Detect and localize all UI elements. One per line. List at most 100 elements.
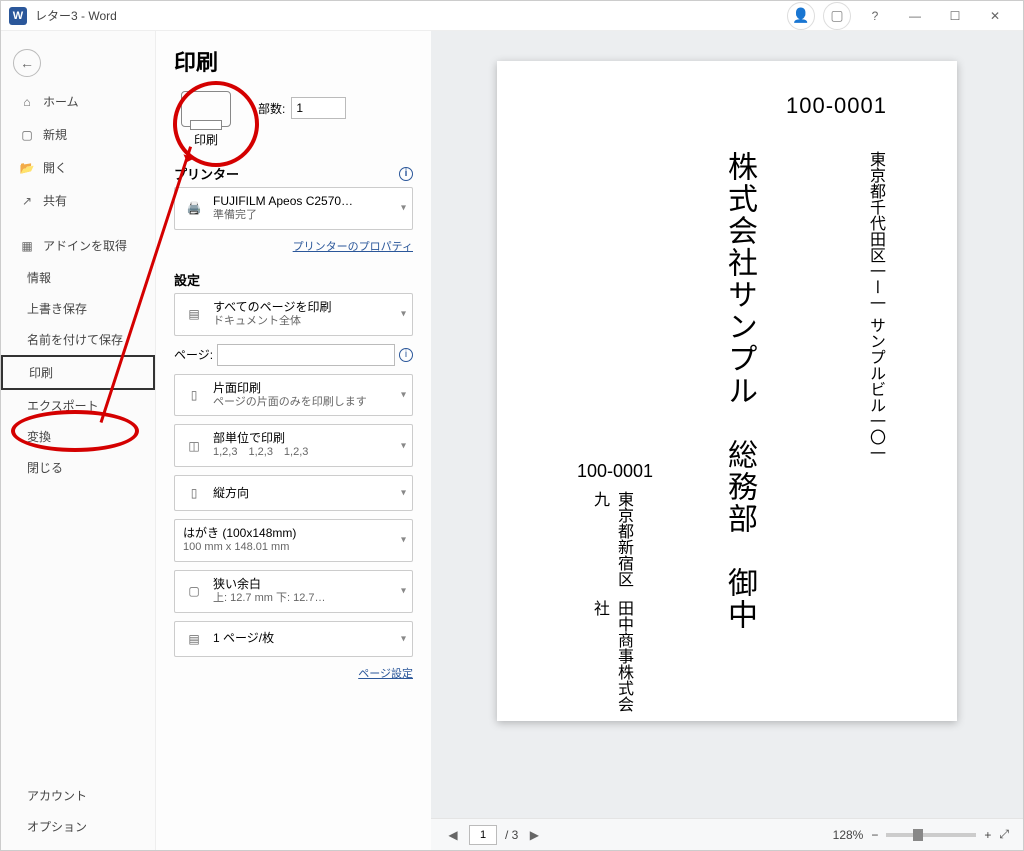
chevron-down-icon: ▾: [401, 586, 406, 597]
chevron-down-icon: ▾: [401, 488, 406, 499]
copies-label: 部数:: [258, 100, 285, 117]
nav-home[interactable]: ⌂ホーム: [1, 85, 155, 118]
collate-l2: 1,2,3 1,2,3 1,2,3: [213, 446, 308, 460]
close-button[interactable]: ✕: [975, 2, 1015, 30]
print-heading: 印刷: [174, 45, 413, 77]
backstage-nav: ← ⌂ホーム ▢新規 📂開く ↗ 共有 ▦ アドインを取得 情報 上書き保存 名前を…: [1, 31, 156, 850]
paper-size-dropdown[interactable]: はがき (100x148mm) 100 mm x 148.01 mm ▾: [174, 519, 413, 562]
nav-convert-label: 変換: [27, 430, 51, 444]
nav-save-label: 上書き保存: [27, 302, 87, 316]
preview-footer: ◀ / 3 ▶ 128% − + ⤢: [431, 818, 1023, 850]
preview-page: 100-0001 東京都千代田区一ー一 サンプルビル一〇一 株式会社サンプル 総…: [497, 61, 957, 721]
nav-info-label: 情報: [27, 271, 51, 285]
page-setup-link[interactable]: ページ設定: [174, 665, 413, 681]
share-icon: ↗: [19, 194, 35, 208]
info-icon[interactable]: i: [399, 348, 413, 362]
zoom-fit-button[interactable]: ⤢: [999, 827, 1009, 842]
chevron-down-icon: ▾: [401, 309, 406, 320]
nav-export[interactable]: エクスポート: [1, 390, 155, 421]
nav-print[interactable]: 印刷: [1, 355, 155, 390]
printer-name: FUJIFILM Apeos C2570…: [213, 194, 353, 209]
margins-l2: 上: 12.7 mm 下: 12.7…: [213, 592, 325, 606]
dest-name: 株式会社サンプル 総務部 御中: [721, 151, 757, 631]
nav-saveas[interactable]: 名前を付けて保存: [1, 324, 155, 355]
home-icon: ⌂: [19, 95, 35, 109]
nav-account[interactable]: アカウント: [1, 780, 155, 811]
orientation-dropdown[interactable]: ▯ 縦方向 ▾: [174, 475, 413, 511]
prev-page-button[interactable]: ◀: [445, 828, 461, 842]
pages-input[interactable]: [217, 344, 395, 366]
nav-info[interactable]: 情報: [1, 262, 155, 293]
addins-icon: ▦: [19, 239, 35, 253]
nav-options-label: オプション: [27, 820, 87, 834]
ribbon-options-icon[interactable]: ▢: [823, 2, 851, 30]
dest-address: 東京都千代田区一ー一 サンプルビル一〇一: [863, 151, 887, 461]
sender-address: 東京都新宿区九: [587, 491, 635, 596]
zoom-slider[interactable]: [886, 833, 976, 837]
printer-properties-link[interactable]: プリンターのプロパティ: [174, 238, 413, 254]
user-icon[interactable]: 👤: [787, 2, 815, 30]
nav-close[interactable]: 閉じる: [1, 452, 155, 483]
margins-l1: 狭い余白: [213, 577, 325, 592]
nav-saveas-label: 名前を付けて保存: [27, 333, 123, 347]
info-icon[interactable]: i: [399, 167, 413, 181]
back-button[interactable]: ←: [13, 49, 41, 77]
margins-dropdown[interactable]: ▢ 狭い余白 上: 12.7 mm 下: 12.7… ▾: [174, 570, 413, 613]
nav-close-label: 閉じる: [27, 461, 63, 475]
pages-per-sheet-dropdown[interactable]: ▤ 1 ページ/枚 ▾: [174, 621, 413, 657]
nav-account-label: アカウント: [27, 789, 87, 803]
collate-dropdown[interactable]: ◫ 部単位で印刷 1,2,3 1,2,3 1,2,3 ▾: [174, 424, 413, 467]
document-title: レター3 - Word: [35, 7, 117, 24]
chevron-down-icon: ▾: [401, 440, 406, 451]
next-page-button[interactable]: ▶: [526, 828, 542, 842]
nav-save[interactable]: 上書き保存: [1, 293, 155, 324]
sides-l1: 片面印刷: [213, 381, 367, 396]
current-page-input[interactable]: [469, 825, 497, 845]
nav-addins[interactable]: ▦ アドインを取得: [1, 229, 155, 262]
dest-address-line1: 東京都千代田区一ー一: [863, 151, 887, 311]
nav-new[interactable]: ▢新規: [1, 118, 155, 151]
print-button[interactable]: 印刷: [174, 91, 238, 148]
nav-share-label: 共有: [43, 192, 67, 209]
per-sheet-label: 1 ページ/枚: [213, 631, 274, 646]
nav-new-label: 新規: [43, 126, 67, 143]
chevron-down-icon: ▾: [401, 203, 406, 214]
chevron-down-icon: ▾: [401, 389, 406, 400]
print-range-l1: すべてのページを印刷: [213, 300, 331, 315]
nav-options[interactable]: オプション: [1, 811, 155, 842]
minimize-button[interactable]: —: [895, 2, 935, 30]
printer-icon: [181, 91, 231, 127]
pages-icon: ▤: [183, 303, 205, 325]
sender-name: 田中商事株式会社: [587, 600, 635, 721]
help-button[interactable]: ?: [855, 2, 895, 30]
zoom-in-button[interactable]: +: [984, 828, 991, 842]
nav-open-label: 開く: [43, 159, 67, 176]
dest-address-line2: サンプルビル一〇一: [863, 317, 887, 461]
nav-print-label: 印刷: [29, 366, 53, 380]
print-preview: 100-0001 東京都千代田区一ー一 サンプルビル一〇一 株式会社サンプル 総…: [431, 31, 1023, 850]
printer-dropdown[interactable]: 🖨️ FUJIFILM Apeos C2570… 準備完了 ▾: [174, 187, 413, 230]
chevron-down-icon: ▾: [401, 535, 406, 546]
nav-addins-label: アドインを取得: [43, 237, 127, 254]
sender-block: 東京都新宿区九 田中商事株式会社: [587, 491, 635, 721]
printer-status-icon: 🖨️: [183, 197, 205, 219]
sides-l2: ページの片面のみを印刷します: [213, 396, 367, 410]
sender-postal: 100-0001: [577, 461, 653, 482]
nav-convert[interactable]: 変換: [1, 421, 155, 452]
sides-dropdown[interactable]: ▯ 片面印刷 ページの片面のみを印刷します ▾: [174, 374, 413, 417]
nav-export-label: エクスポート: [27, 399, 99, 413]
nav-share[interactable]: ↗ 共有: [1, 184, 155, 217]
collate-l1: 部単位で印刷: [213, 431, 308, 446]
nav-open[interactable]: 📂開く: [1, 151, 155, 184]
dest-postal: 100-0001: [786, 93, 887, 119]
settings-section-heading: 設定: [174, 270, 200, 289]
printer-status: 準備完了: [213, 209, 353, 223]
print-range-dropdown[interactable]: ▤ すべてのページを印刷 ドキュメント全体 ▾: [174, 293, 413, 336]
portrait-icon: ▯: [183, 482, 205, 504]
maximize-button[interactable]: ☐: [935, 2, 975, 30]
print-button-label: 印刷: [174, 131, 238, 148]
zoom-value: 128%: [833, 828, 864, 842]
per-sheet-icon: ▤: [183, 628, 205, 650]
zoom-out-button[interactable]: −: [871, 828, 878, 842]
copies-input[interactable]: [291, 97, 346, 119]
